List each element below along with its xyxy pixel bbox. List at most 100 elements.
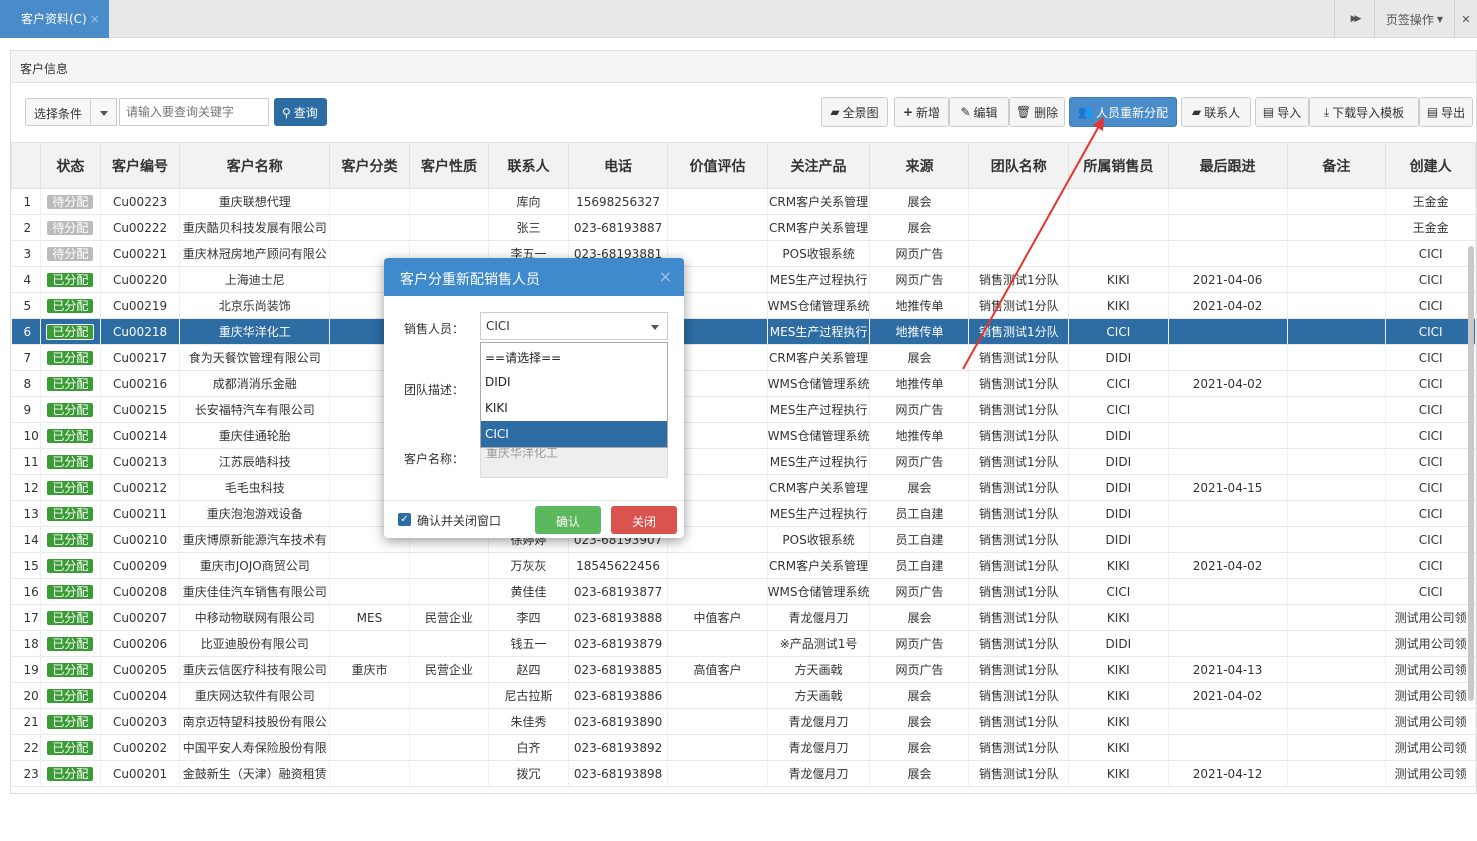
table-row[interactable]: 4 已分配 Cu00220 上海迪士尼 MES生产过程执行 网页广告 销售测试1分队 KIKI… xyxy=(11,266,1476,293)
table-row[interactable]: 16 已分配 Cu00208 重庆佳佳汽车销售有限公司 黄佳佳 023-68193877 W… xyxy=(11,578,1476,605)
toolbar: 选择条件 ⚲查询 ▰全景图 +新增 ✎编辑 🗑删除 👥人员重新分配 ▰联系人 ▤… xyxy=(11,84,1476,142)
tab-scroll-forward-button[interactable]: ▶▶ xyxy=(1334,0,1374,38)
status-badge: 已分配 xyxy=(47,740,94,755)
column-header[interactable]: 电话 xyxy=(567,142,669,189)
panorama-button[interactable]: ▰ 全景图 xyxy=(821,97,888,127)
vertical-scrollbar[interactable] xyxy=(1468,246,1474,841)
table-row[interactable]: 2 待分配 Cu00222 重庆酷贝科技发展有限公司 张三 023-68193887 CRM… xyxy=(11,214,1476,241)
column-header[interactable]: 最后跟进 xyxy=(1167,142,1288,189)
condition-dropdown-toggle[interactable] xyxy=(91,98,117,126)
sales-person-select[interactable]: CICI xyxy=(480,312,668,340)
table-row[interactable]: 10 已分配 Cu00214 重庆佳通轮胎 WMS仓储管理系统 地推传单 销售测试1分队 DI… xyxy=(11,422,1476,449)
table-row[interactable]: 12 已分配 Cu00212 毛毛虫科技 CRM客户关系管理 展会 销售测试1分队 DIDI 2… xyxy=(11,474,1476,501)
table-row[interactable]: 13 已分配 Cu00211 重庆泡泡游戏设备 MES生产过程执行 员工自建 销售测试1分队… xyxy=(11,500,1476,527)
column-header[interactable]: 客户性质 xyxy=(408,142,490,189)
table-row[interactable]: 23 已分配 Cu00201 金鼓新生（天津）融资租赁 拨冗 023-68193898 青龙… xyxy=(11,760,1476,787)
column-header[interactable]: 联系人 xyxy=(488,142,569,189)
query-button[interactable]: ⚲ 查询 xyxy=(274,98,327,126)
cell-note xyxy=(1287,188,1387,215)
cell-n: 15 xyxy=(11,552,41,579)
status-badge: 已分配 xyxy=(47,636,94,651)
column-header[interactable]: 价值评估 xyxy=(667,142,768,189)
contacts-button[interactable]: ▰ 联系人 xyxy=(1181,97,1251,127)
column-header[interactable]: 备注 xyxy=(1286,142,1387,189)
download-template-button[interactable]: ⤓ 下载导入模板 xyxy=(1309,97,1419,127)
table-row[interactable]: 9 已分配 Cu00215 长安福特汽车有限公司 MES生产过程执行 网页广告 销售测试1分… xyxy=(11,396,1476,423)
delete-label: 删除 xyxy=(1034,105,1059,120)
table-row[interactable]: 15 已分配 Cu00209 重庆市JOJO商贸公司 万灰灰 18545622456 CRM… xyxy=(11,552,1476,579)
table-row[interactable]: 18 已分配 Cu00206 比亚迪股份有限公司 钱五一 023-68193879 ※产品测… xyxy=(11,630,1476,657)
cell-team: 销售测试1分队 xyxy=(968,422,1070,449)
column-header[interactable]: 团队名称 xyxy=(968,142,1070,189)
table-row[interactable]: 17 已分配 Cu00207 中移动物联网有限公司 MES 民营企业 李四 023-68193… xyxy=(11,604,1476,631)
cell-nature xyxy=(409,760,490,787)
cell-code: Cu00215 xyxy=(100,396,181,423)
export-button[interactable]: ▤ 导出 xyxy=(1419,97,1473,127)
reassign-staff-button[interactable]: 👥 人员重新分配 xyxy=(1069,97,1177,127)
table-row[interactable]: 22 已分配 Cu00202 中国平安人寿保险股份有限 白齐 023-68193892 青龙… xyxy=(11,734,1476,761)
cell-follow xyxy=(1168,318,1288,345)
cell-follow xyxy=(1168,604,1288,631)
close-icon[interactable]: × xyxy=(659,267,672,286)
cell-creator: CICI xyxy=(1385,266,1476,293)
import-button[interactable]: ▤ 导入 xyxy=(1255,97,1309,127)
table-row[interactable]: 11 已分配 Cu00213 江苏辰皓科技 MES生产过程执行 网页广告 销售测试1分队 DI… xyxy=(11,448,1476,475)
table-row[interactable]: 14 已分配 Cu00210 重庆博原新能源汽车技术有 徐婷婷 023-68193907 P… xyxy=(11,526,1476,553)
table-row[interactable]: 3 待分配 Cu00221 重庆林冠房地产顾问有限公 李五一 023-68193881 PO… xyxy=(11,240,1476,267)
cell-code: Cu00204 xyxy=(100,682,181,709)
table-row[interactable]: 5 已分配 Cu00219 北京乐尚装饰 WMS仓储管理系统 地推传单 销售测试1分队 KIK… xyxy=(11,292,1476,319)
close-button[interactable]: 关闭 xyxy=(611,506,677,534)
edit-button[interactable]: ✎ 编辑 xyxy=(949,97,1009,127)
column-header[interactable]: 所属销售员 xyxy=(1068,142,1169,189)
dropdown-option[interactable]: DIDI xyxy=(481,369,667,395)
status-badge: 已分配 xyxy=(46,323,95,340)
cell-sales: CICI xyxy=(1068,318,1169,345)
tab-operations-button[interactable]: 页签操作 ▼ xyxy=(1374,0,1454,38)
cell-phone: 023-68193890 xyxy=(568,708,669,735)
table-row[interactable]: 21 已分配 Cu00203 南京迈特望科技股份有限公 朱佳秀 023-68193890 青… xyxy=(11,708,1476,735)
cell-sales: DIDI xyxy=(1068,500,1169,527)
add-button[interactable]: + 新增 xyxy=(894,97,949,127)
column-header[interactable]: 状态 xyxy=(39,142,101,189)
column-header[interactable]: 客户名称 xyxy=(179,142,331,189)
cell-value: 高值客户 xyxy=(667,656,768,683)
delete-button[interactable]: 🗑 删除 xyxy=(1009,97,1065,127)
table-row[interactable]: 1 待分配 Cu00223 重庆联想代理 库向 15698256327 CRM客户关系管理展… xyxy=(11,188,1476,215)
cell-note xyxy=(1287,448,1387,475)
table-row[interactable]: 8 已分配 Cu00216 成都消消乐金融 WMS仓储管理系统 地推传单 销售测试1分队 CI… xyxy=(11,370,1476,397)
cell-follow: 2021-04-02 xyxy=(1168,292,1288,319)
column-header[interactable]: 来源 xyxy=(869,142,970,189)
cell-sales xyxy=(1068,240,1169,267)
cell-sales: DIDI xyxy=(1068,474,1169,501)
table-row[interactable]: 6 已分配 Cu00218 重庆华洋化工 MES生产过程执行 地推传单 销售测试1分队 CIC… xyxy=(11,318,1476,345)
cell-nature: 民营企业 xyxy=(409,604,490,631)
condition-button[interactable]: 选择条件 xyxy=(25,98,91,126)
cell-code: Cu00212 xyxy=(100,474,181,501)
status-badge: 已分配 xyxy=(47,584,94,599)
tab-customer-info[interactable]: 客户资料(C) × xyxy=(0,0,109,38)
table-row[interactable]: 19 已分配 Cu00205 重庆云信医疗科技有限公司 重庆市 民营企业 赵四 023-681… xyxy=(11,656,1476,683)
confirm-button[interactable]: 确认 xyxy=(535,506,601,534)
dropdown-option[interactable]: KIKI xyxy=(481,395,667,421)
fullscreen-button[interactable]: ✕ xyxy=(1454,0,1477,38)
column-header[interactable]: 创建人 xyxy=(1385,142,1476,189)
table-row[interactable]: 20 已分配 Cu00204 重庆网达软件有限公司 尼古拉斯 023-68193886 方天… xyxy=(11,682,1476,709)
column-header[interactable]: 客户分类 xyxy=(329,142,410,189)
scrollbar-thumb[interactable] xyxy=(1468,246,1474,701)
tab-close-icon[interactable]: × xyxy=(90,12,100,26)
cell-n: 9 xyxy=(11,396,41,423)
column-header[interactable]: 客户编号 xyxy=(99,142,181,189)
cell-code: Cu00217 xyxy=(100,344,181,371)
dropdown-option[interactable]: CICI xyxy=(481,421,667,447)
confirm-close-checkbox[interactable]: ✓ xyxy=(398,513,411,526)
cell-n: 21 xyxy=(11,708,41,735)
cell-status: 已分配 xyxy=(40,630,101,657)
search-input[interactable] xyxy=(119,98,269,126)
table-row[interactable]: 7 已分配 Cu00217 食为天餐饮管理有限公司 CRM客户关系管理 展会 销售测试1分队… xyxy=(11,344,1476,371)
dropdown-option[interactable]: ==请选择== xyxy=(481,343,667,369)
cell-status: 已分配 xyxy=(40,318,101,345)
tab-label: 客户资料(C) xyxy=(21,12,87,26)
column-header[interactable] xyxy=(11,142,41,189)
cell-name: 重庆网达软件有限公司 xyxy=(179,682,331,709)
column-header[interactable]: 关注产品 xyxy=(766,142,871,189)
